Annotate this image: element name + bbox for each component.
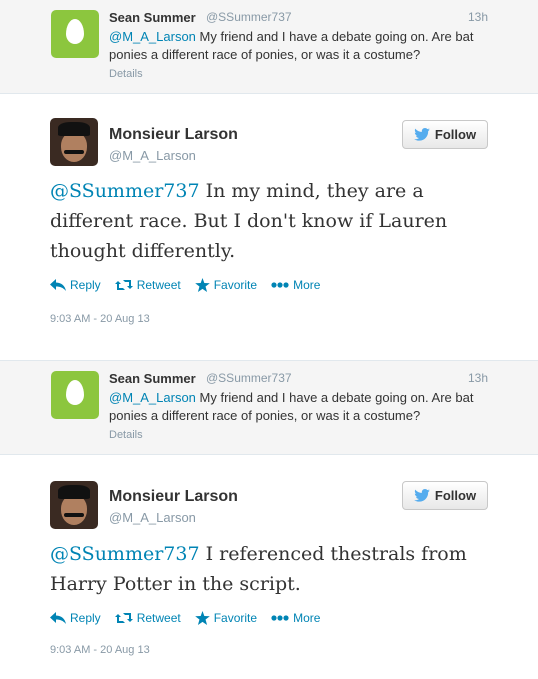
avatar[interactable] [51, 10, 99, 58]
tweet-text: @SSummer737 In my mind, they are a diffe… [50, 176, 490, 266]
mention-link[interactable]: @M_A_Larson [109, 390, 196, 405]
parent-tweet[interactable]: Sean Summer @SSummer737 13h @M_A_Larson … [0, 360, 538, 455]
tweet-text: @SSummer737 I referenced thestrals from … [50, 539, 490, 599]
reply-button[interactable]: Reply [50, 278, 101, 292]
avatar[interactable] [51, 371, 99, 419]
retweet-label: Retweet [136, 278, 181, 292]
retweet-icon [114, 613, 133, 623]
tweet-timestamp[interactable]: 9:03 AM - 20 Aug 13 [50, 313, 150, 325]
details-link[interactable]: Details [109, 68, 143, 80]
avatar-hat [58, 122, 90, 136]
mention-link[interactable]: @SSummer737 [50, 180, 200, 202]
tweet-actions: Reply Retweet Favorite More [50, 278, 334, 292]
reply-arrow-icon [50, 279, 66, 291]
more-button[interactable]: More [271, 611, 320, 625]
parent-author-name[interactable]: Sean Summer [109, 10, 196, 25]
favorite-label: Favorite [213, 611, 258, 625]
tweet-thread-1: Sean Summer @SSummer737 13h @M_A_Larson … [0, 0, 538, 342]
more-dots-icon [271, 282, 289, 288]
parent-tweet[interactable]: Sean Summer @SSummer737 13h @M_A_Larson … [0, 0, 538, 94]
reply-arrow-icon [50, 612, 66, 624]
thread-separator [0, 342, 538, 360]
avatar-face [61, 495, 87, 525]
reply-label: Reply [70, 611, 101, 625]
star-icon [194, 611, 210, 625]
author-name[interactable]: Monsieur Larson [109, 488, 238, 506]
parent-tweet-text: @M_A_Larson My friend and I have a debat… [109, 389, 484, 425]
parent-tweet-text: @M_A_Larson My friend and I have a debat… [109, 28, 484, 64]
avatar[interactable] [50, 118, 98, 166]
more-dots-icon [271, 615, 289, 621]
follow-label: Follow [434, 488, 477, 503]
reply-label: Reply [70, 278, 101, 292]
author-handle[interactable]: @M_A_Larson [109, 148, 196, 163]
retweet-button[interactable]: Retweet [114, 611, 181, 625]
avatar-mustache [64, 513, 84, 517]
parent-author-handle[interactable]: @SSummer737 [206, 371, 292, 385]
retweet-icon [114, 280, 133, 290]
mention-link[interactable]: @M_A_Larson [109, 29, 196, 44]
avatar-face [61, 132, 87, 162]
follow-button[interactable]: Follow [402, 481, 488, 510]
star-icon [194, 278, 210, 292]
tweet-timestamp[interactable]: 9:03 AM - 20 Aug 13 [50, 644, 150, 656]
retweet-button[interactable]: Retweet [114, 278, 181, 292]
parent-author-handle[interactable]: @SSummer737 [206, 10, 292, 24]
retweet-label: Retweet [136, 611, 181, 625]
follow-button[interactable]: Follow [402, 120, 488, 149]
more-label: More [293, 611, 321, 625]
mention-link[interactable]: @SSummer737 [50, 543, 200, 565]
parent-author-name[interactable]: Sean Summer [109, 371, 196, 386]
favorite-label: Favorite [213, 278, 258, 292]
twitter-bird-icon [414, 128, 430, 141]
parent-timestamp[interactable]: 13h [468, 371, 488, 385]
avatar[interactable] [50, 481, 98, 529]
egg-icon [66, 380, 84, 405]
author-name[interactable]: Monsieur Larson [109, 126, 238, 144]
egg-icon [66, 19, 84, 44]
favorite-button[interactable]: Favorite [194, 611, 258, 625]
reply-button[interactable]: Reply [50, 611, 101, 625]
avatar-hat [58, 485, 90, 499]
author-handle[interactable]: @M_A_Larson [109, 510, 196, 525]
more-button[interactable]: More [271, 278, 320, 292]
tweet-thread-2: Sean Summer @SSummer737 13h @M_A_Larson … [0, 360, 538, 679]
more-label: More [293, 278, 321, 292]
favorite-button[interactable]: Favorite [194, 278, 258, 292]
follow-label: Follow [434, 127, 477, 142]
parent-timestamp[interactable]: 13h [468, 10, 488, 24]
twitter-bird-icon [414, 489, 430, 502]
avatar-mustache [64, 150, 84, 154]
details-link[interactable]: Details [109, 429, 143, 441]
tweet-actions: Reply Retweet Favorite More [50, 611, 334, 625]
